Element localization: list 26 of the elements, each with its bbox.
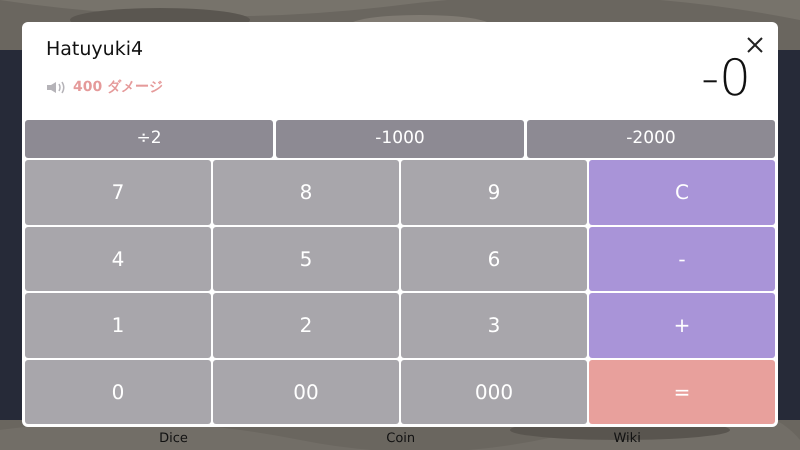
dialog-title: Hatuyuki4 [46, 37, 144, 62]
number-key[interactable]: 1 [25, 293, 211, 358]
number-key[interactable]: 0 [25, 360, 211, 424]
number-key[interactable]: 000 [401, 360, 587, 424]
number-key[interactable]: 7 [25, 160, 211, 224]
number-key[interactable]: 8 [213, 160, 399, 224]
tab-label[interactable]: Wiki [613, 429, 641, 448]
number-key[interactable]: 4 [25, 226, 211, 291]
equals-key[interactable]: = [589, 360, 775, 424]
quick-button[interactable]: ÷2 [25, 120, 273, 158]
operator-key[interactable]: C [589, 160, 775, 224]
close-button[interactable] [745, 35, 765, 55]
damage-text: 400 ダメージ [73, 78, 164, 97]
quick-button[interactable]: -2000 [527, 120, 775, 158]
number-key[interactable]: 5 [213, 226, 399, 291]
number-key[interactable]: 2 [213, 293, 399, 358]
tab-label[interactable]: Dice [159, 429, 188, 448]
quick-button[interactable]: -1000 [276, 120, 524, 158]
number-key[interactable]: 9 [401, 160, 587, 224]
display-value: -0 [701, 53, 751, 103]
number-key[interactable]: 6 [401, 226, 587, 291]
number-key[interactable]: 3 [401, 293, 587, 358]
operator-key[interactable]: + [589, 293, 775, 358]
operator-key[interactable]: - [589, 226, 775, 291]
tab-label[interactable]: Coin [386, 429, 416, 448]
number-key[interactable]: 00 [213, 360, 399, 424]
